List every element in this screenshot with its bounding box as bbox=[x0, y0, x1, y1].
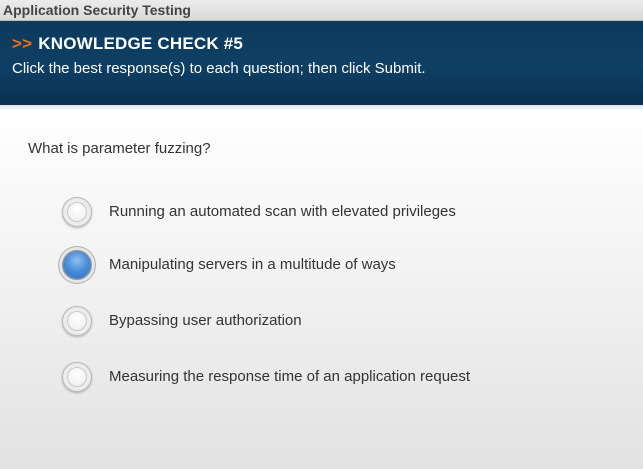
answer-option-2[interactable]: Manipulating servers in a multitude of w… bbox=[60, 248, 620, 282]
radio-button-3[interactable] bbox=[62, 306, 92, 336]
radio-button-1[interactable] bbox=[62, 197, 92, 227]
radio-button-2-selected[interactable] bbox=[62, 250, 92, 280]
double-chevron-icon: >> bbox=[12, 34, 33, 53]
knowledge-check-title: KNOWLEDGE CHECK #5 bbox=[38, 34, 244, 53]
answer-option-label: Measuring the response time of an applic… bbox=[109, 368, 471, 385]
answer-option-1[interactable]: Running an automated scan with elevated … bbox=[60, 195, 620, 229]
question-text: What is parameter fuzzing? bbox=[28, 140, 211, 157]
instruction-text: Click the best response(s) to each quest… bbox=[12, 60, 426, 77]
answer-option-4[interactable]: Measuring the response time of an applic… bbox=[60, 360, 620, 394]
radio-button-4[interactable] bbox=[62, 362, 92, 392]
answer-option-label: Bypassing user authorization bbox=[109, 312, 302, 329]
window-titlebar: Application Security Testing bbox=[0, 0, 643, 21]
question-panel: What is parameter fuzzing? Running an au… bbox=[0, 109, 643, 469]
answer-option-3[interactable]: Bypassing user authorization bbox=[60, 304, 620, 338]
knowledge-check-header: >> KNOWLEDGE CHECK #5 Click the best resp… bbox=[0, 21, 643, 105]
knowledge-check-title-row: >> KNOWLEDGE CHECK #5 bbox=[12, 34, 243, 54]
answer-option-label: Running an automated scan with elevated … bbox=[109, 203, 456, 220]
window-title: Application Security Testing bbox=[3, 2, 191, 18]
answer-option-label: Manipulating servers in a multitude of w… bbox=[109, 256, 396, 273]
